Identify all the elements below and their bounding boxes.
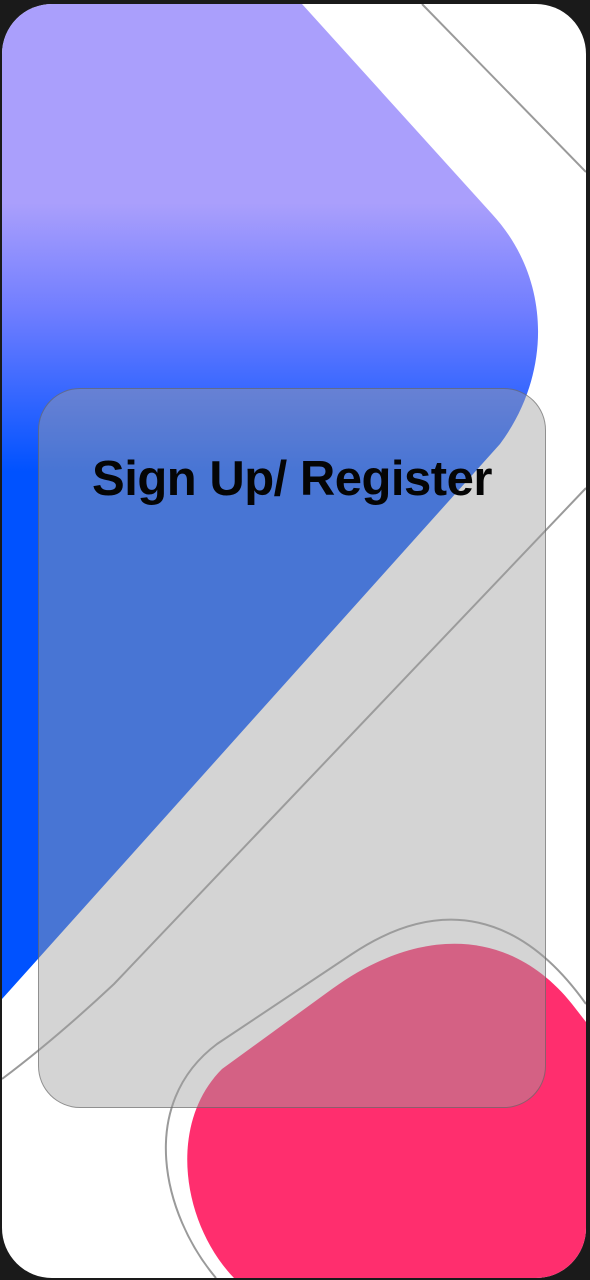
page-title: Sign Up/ Register <box>92 452 492 506</box>
signup-card: Sign Up/ Register <box>38 388 546 1108</box>
phone-frame: Sign Up/ Register <box>0 0 590 1280</box>
app-screen: Sign Up/ Register <box>2 4 586 1278</box>
